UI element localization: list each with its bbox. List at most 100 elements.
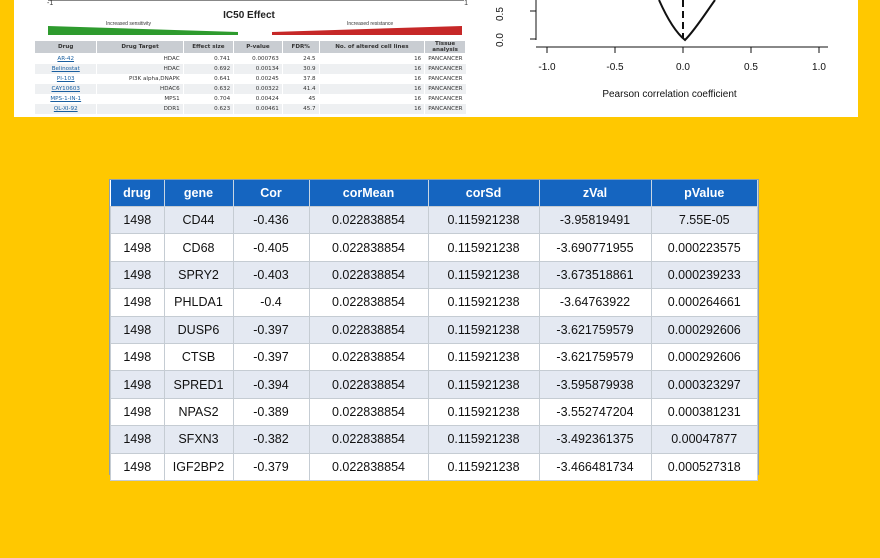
- ic50-cell-fdr: 45: [281, 94, 320, 104]
- ic50-cell-target: HDAC: [96, 53, 184, 64]
- cell-corsd: 0.115921238: [427, 233, 540, 262]
- correlation-header-row: drug gene Cor corMean corSd zVal pValue: [110, 180, 758, 207]
- ic50-cell-pvalue: 0.00245: [233, 74, 283, 84]
- cell-corsd: 0.115921238: [427, 205, 540, 235]
- cell-zval: -3.621759579: [538, 342, 652, 372]
- ic50-cell-fdr: 41.4: [281, 84, 320, 94]
- cell-cormean: 0.022838854: [308, 315, 429, 344]
- cell-cormean: 0.022838854: [308, 370, 429, 399]
- correlation-table-container: drug gene Cor corMean corSd zVal pValue …: [109, 179, 759, 481]
- ic50-col-drug[interactable]: Drug: [33, 40, 98, 54]
- cell-cor: -0.405: [232, 233, 310, 262]
- ic50-axis: -1 1: [14, 0, 484, 10]
- ic50-col-altered[interactable]: No. of altered cell lines: [318, 40, 426, 54]
- cell-zval: -3.595879938: [538, 370, 652, 399]
- cell-cor: -0.397: [232, 342, 310, 372]
- cell-corsd: 0.115921238: [427, 370, 540, 399]
- col-header-cormean[interactable]: corMean: [309, 180, 429, 207]
- correlation-table: drug gene Cor corMean corSd zVal pValue …: [110, 180, 758, 481]
- cell-cor: -0.403: [232, 260, 310, 290]
- table-row: 1498 SFXN3 -0.382 0.022838854 0.115921238 -3.…: [110, 425, 758, 454]
- ic50-cell-drug[interactable]: PI-103: [33, 74, 97, 84]
- col-header-zval[interactable]: zVal: [539, 180, 652, 207]
- cell-drug: 1498: [110, 233, 165, 262]
- ic50-col-pvalue[interactable]: P-value: [233, 40, 283, 54]
- y-tick-label: 0.0: [495, 33, 506, 47]
- ic50-col-fdr[interactable]: FDR%: [281, 40, 320, 54]
- cell-cor: -0.397: [232, 315, 310, 344]
- cell-drug: 1498: [110, 452, 165, 481]
- cell-zval: -3.466481734: [538, 452, 652, 481]
- cell-drug: 1498: [110, 370, 165, 399]
- x-tick-label: -0.5: [606, 62, 624, 73]
- ic50-cell-target: HDAC6: [96, 84, 184, 94]
- cell-drug: 1498: [110, 315, 165, 344]
- cell-pvalue: 0.00047877: [650, 425, 758, 454]
- cell-corsd: 0.115921238: [427, 452, 540, 481]
- table-row: 1498 CTSB -0.397 0.022838854 0.115921238 -3.6…: [110, 342, 758, 372]
- ic50-header-row: Drug Drug Target Effect size P-value FDR…: [33, 40, 466, 54]
- x-tick-label: 0.0: [676, 62, 690, 73]
- ic50-col-effect[interactable]: Effect size: [182, 40, 235, 54]
- cell-drug: 1498: [110, 205, 165, 235]
- ic50-cell-drug[interactable]: MPS-1-IN-1: [33, 94, 97, 104]
- cell-gene: CD68: [163, 233, 234, 262]
- table-row: 1498 CD68 -0.405 0.022838854 0.115921238 -3.6…: [110, 233, 758, 262]
- cell-gene: SFXN3: [163, 425, 234, 454]
- table-row: 1498 PHLDA1 -0.4 0.022838854 0.115921238 -3.6…: [110, 288, 758, 317]
- cell-drug: 1498: [110, 288, 165, 317]
- ic50-cell-fdr: 24.5: [281, 53, 320, 64]
- ic50-cell-altered: 16: [318, 74, 425, 84]
- cell-gene: CD44: [163, 205, 234, 235]
- density-curve: [658, 0, 716, 42]
- cell-drug: 1498: [110, 397, 165, 427]
- ic50-cell-effect: 0.704: [182, 94, 234, 104]
- ic50-cell-drug[interactable]: QL-XI-92: [33, 104, 97, 114]
- ic50-cell-tissue: PANCANCER: [424, 104, 466, 114]
- ic50-table-row: AR-42 HDAC 0.741 0.000763 24.5 16 PANCANCER: [33, 53, 466, 64]
- cell-gene: SPRED1: [163, 370, 234, 399]
- x-axis-label: Pearson correlation coefficient: [602, 89, 737, 100]
- ic50-title: IC50 Effect: [223, 10, 275, 21]
- table-row: 1498 CD44 -0.436 0.022838854 0.115921238 -3.9…: [110, 205, 758, 235]
- ic50-col-target[interactable]: Drug Target: [96, 40, 184, 54]
- ic50-table-row: Belinostat HDAC 0.692 0.00134 30.9 16 PANCANCE…: [33, 64, 466, 74]
- ic50-table-row: MPS-1-IN-1 MPS1 0.704 0.00424 45 16 PANCANCER: [33, 94, 466, 104]
- ic50-col-tissue[interactable]: Tissue analysis: [424, 40, 466, 54]
- cell-gene: PHLDA1: [163, 288, 234, 317]
- table-row: 1498 NPAS2 -0.389 0.022838854 0.115921238 -3.…: [110, 397, 758, 427]
- ic50-cell-pvalue: 0.00461: [233, 104, 283, 114]
- cell-corsd: 0.115921238: [427, 315, 540, 344]
- col-header-gene[interactable]: gene: [164, 180, 234, 207]
- cell-zval: -3.621759579: [538, 315, 652, 344]
- ic50-table-row: PI-103 PI3K alpha,DNAPK 0.641 0.00245 37.8 16…: [33, 74, 466, 84]
- cell-pvalue: 0.000292606: [650, 342, 758, 372]
- ic50-cell-tissue: PANCANCER: [424, 64, 466, 74]
- cell-zval: -3.64763922: [538, 288, 652, 317]
- table-row: 1498 IGF2BP2 -0.379 0.022838854 0.115921238-…: [110, 452, 758, 481]
- cell-drug: 1498: [110, 425, 165, 454]
- cell-cor: -0.4: [232, 288, 310, 317]
- ic50-table-row: QL-XI-92 DDR1 0.623 0.00461 45.7 16 PANCANCER: [33, 104, 466, 114]
- ic50-cell-drug[interactable]: CAY10603: [33, 84, 97, 94]
- ic50-axis-line: [48, 0, 464, 1]
- col-header-pvalue[interactable]: pValue: [651, 180, 758, 207]
- ic50-table: Drug Drug Target Effect size P-value FDR…: [33, 40, 466, 114]
- ic50-cell-drug[interactable]: Belinostat: [33, 64, 97, 74]
- col-header-cor[interactable]: Cor: [233, 180, 310, 207]
- col-header-drug[interactable]: drug: [110, 180, 165, 207]
- table-row: 1498 SPRED1 -0.394 0.022838854 0.115921238 -3…: [110, 370, 758, 399]
- cell-cormean: 0.022838854: [308, 397, 429, 427]
- ic50-cell-altered: 16: [318, 64, 425, 74]
- cell-cormean: 0.022838854: [308, 342, 429, 372]
- ic50-cell-drug[interactable]: AR-42: [33, 53, 97, 64]
- resistance-wedge: [272, 26, 462, 35]
- ic50-cell-pvalue: 0.00424: [233, 94, 283, 104]
- ic50-cell-effect: 0.741: [182, 53, 234, 64]
- cell-pvalue: 0.000264661: [650, 288, 758, 317]
- cell-cor: -0.389: [232, 397, 310, 427]
- ic50-cell-effect: 0.632: [182, 84, 234, 94]
- col-header-corsd[interactable]: corSd: [428, 180, 540, 207]
- cell-cormean: 0.022838854: [308, 233, 429, 262]
- ic50-cell-pvalue: 0.000763: [233, 53, 283, 64]
